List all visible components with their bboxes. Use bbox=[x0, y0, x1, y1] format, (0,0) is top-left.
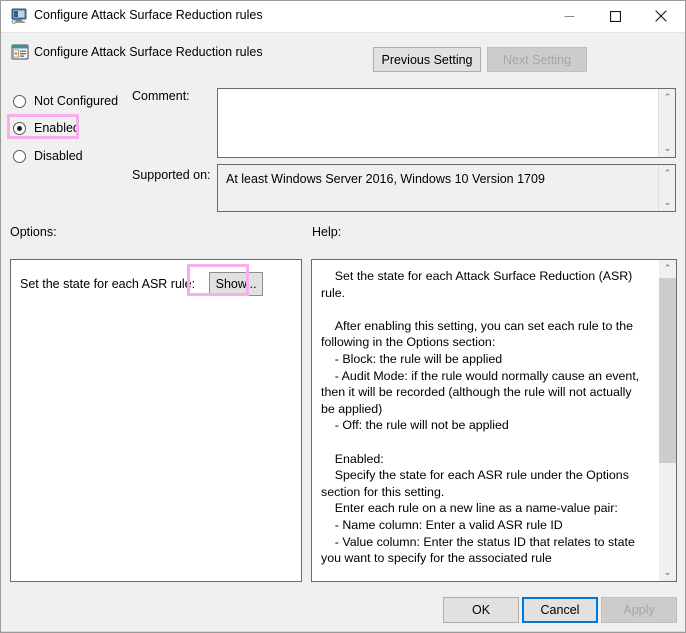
scroll-down-icon[interactable]: ⌄ bbox=[659, 564, 676, 581]
comment-label: Comment: bbox=[132, 89, 190, 103]
cancel-button[interactable]: Cancel bbox=[522, 597, 598, 623]
radio-circle-disabled bbox=[13, 149, 26, 163]
setting-name-heading: Configure Attack Surface Reduction rules bbox=[34, 45, 263, 59]
comment-scrollbar[interactable]: ⌃ ⌄ bbox=[658, 89, 675, 157]
supported-on-scrollbar[interactable]: ⌃ ⌄ bbox=[658, 165, 675, 211]
comment-textarea[interactable]: ⌃ ⌄ bbox=[217, 88, 676, 158]
policy-setting-icon bbox=[11, 43, 29, 61]
supported-on-field: At least Windows Server 2016, Windows 10… bbox=[217, 164, 676, 212]
scroll-down-icon[interactable]: ⌄ bbox=[659, 141, 676, 156]
help-panel: Set the state for each Attack Surface Re… bbox=[311, 259, 677, 582]
group-policy-setting-dialog: Configure Attack Surface Reduction rules bbox=[0, 0, 686, 633]
maximize-icon bbox=[609, 10, 621, 22]
radio-label-not-configured: Not Configured bbox=[34, 94, 119, 108]
radio-label-disabled: Disabled bbox=[34, 149, 83, 163]
maximize-button[interactable] bbox=[592, 1, 638, 31]
ok-button[interactable]: OK bbox=[443, 597, 519, 623]
supported-on-value: At least Windows Server 2016, Windows 10… bbox=[226, 172, 545, 186]
help-section-label: Help: bbox=[312, 225, 342, 239]
options-panel: Set the state for each ASR rule: Show... bbox=[10, 259, 302, 582]
title-bar: Configure Attack Surface Reduction rules bbox=[1, 1, 685, 33]
help-text: Set the state for each Attack Surface Re… bbox=[321, 269, 640, 566]
show-button[interactable]: Show... bbox=[209, 272, 264, 296]
scroll-up-icon[interactable]: ⌃ bbox=[659, 90, 676, 105]
options-section-label: Options: bbox=[10, 225, 57, 239]
radio-not-configured[interactable]: Not Configured bbox=[13, 91, 118, 111]
close-button[interactable] bbox=[638, 1, 684, 31]
help-scrollbar-thumb[interactable] bbox=[659, 278, 676, 463]
radio-circle-not-configured bbox=[13, 94, 26, 108]
footer-separator bbox=[1, 592, 685, 593]
radio-label-enabled: Enabled bbox=[34, 121, 80, 135]
window-bottom-edge bbox=[1, 631, 685, 632]
window-monitor-icon bbox=[10, 8, 28, 25]
minimize-button[interactable] bbox=[546, 1, 592, 31]
supported-on-label: Supported on: bbox=[132, 168, 211, 182]
apply-button[interactable]: Apply bbox=[601, 597, 677, 623]
scroll-up-icon[interactable]: ⌃ bbox=[659, 166, 676, 181]
minimize-icon bbox=[564, 15, 574, 17]
scroll-up-icon[interactable]: ⌃ bbox=[659, 260, 676, 277]
next-setting-button[interactable]: Next Setting bbox=[487, 47, 587, 72]
radio-enabled[interactable]: Enabled bbox=[13, 118, 80, 138]
scroll-down-icon[interactable]: ⌄ bbox=[659, 195, 676, 210]
previous-setting-button[interactable]: Previous Setting bbox=[373, 47, 481, 72]
radio-disabled[interactable]: Disabled bbox=[13, 146, 83, 166]
close-icon bbox=[655, 10, 667, 22]
radio-circle-enabled bbox=[13, 121, 26, 135]
asr-rule-state-label: Set the state for each ASR rule: bbox=[20, 277, 196, 291]
asr-rule-state-option-row: Set the state for each ASR rule: Show... bbox=[20, 272, 264, 296]
window-title: Configure Attack Surface Reduction rules bbox=[34, 8, 263, 22]
help-scrollbar[interactable]: ⌃ ⌄ bbox=[659, 260, 676, 581]
